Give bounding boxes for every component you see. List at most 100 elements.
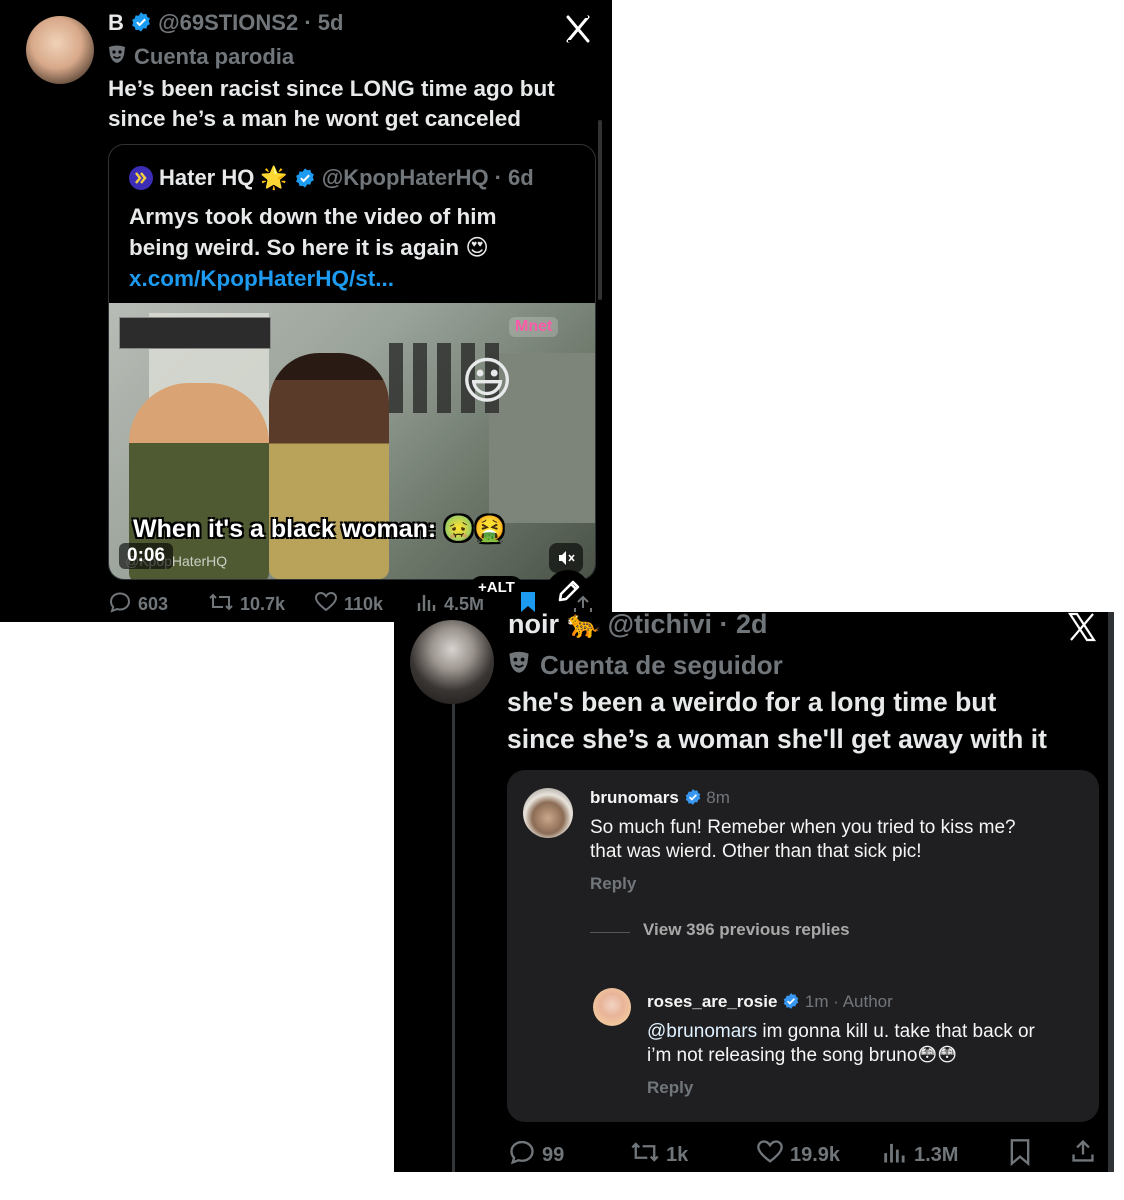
quoted-timestamp[interactable]: 6d	[508, 165, 534, 191]
alt-badge[interactable]: +ALT	[470, 576, 523, 599]
tweet-header: noir 🐆 @tichivi · 2d	[508, 612, 768, 640]
timestamp[interactable]: 5d	[318, 10, 344, 35]
reply-link[interactable]: Reply	[590, 874, 636, 894]
commenter-avatar[interactable]	[523, 788, 573, 838]
instagram-comments-card[interactable]: brunomars 8m So much fun! Remeber when y…	[507, 770, 1099, 1122]
display-name[interactable]: noir	[508, 612, 559, 639]
verified-badge-icon	[782, 992, 800, 1010]
handle[interactable]: @69STIONS2	[158, 10, 298, 35]
dot-separator: ·	[712, 612, 737, 639]
mute-icon[interactable]	[549, 543, 583, 573]
smiley-emoji: 😃	[461, 353, 514, 409]
comment-body: @brunomars im gonna kill u. take that ba…	[647, 1020, 1035, 1068]
reply-count: 99	[542, 1143, 565, 1166]
commenter-avatar[interactable]	[593, 988, 631, 1026]
comment-text-line: i’m not releasing the song bruno😳😳	[647, 1045, 958, 1066]
leopard-emoji: 🐆	[566, 612, 601, 639]
verified-badge-icon	[130, 11, 152, 33]
views-icon	[882, 1138, 908, 1172]
tweet-text-line: she's been a weirdo for a long time but	[507, 687, 997, 717]
share-icon[interactable]	[1070, 1138, 1096, 1169]
tweet-header: B @69STIONS2 · 5d	[108, 10, 343, 36]
heart-icon	[314, 590, 338, 619]
like-count: 19.9k	[790, 1143, 841, 1166]
comment-time: 8m	[706, 788, 730, 807]
avatar[interactable]	[26, 16, 94, 84]
repost-button[interactable]: 10.7k	[208, 590, 285, 619]
comment-text-line: @brunomars im gonna kill u. take that ba…	[647, 1020, 1035, 1044]
repost-count: 1k	[666, 1143, 689, 1166]
author-tag: Author	[842, 992, 893, 1011]
mention-link[interactable]: @brunomars	[647, 1021, 757, 1042]
comment-text-line: that was wierd. Other than that sick pic…	[590, 841, 922, 862]
tweet-text-line: since he’s a man he wont get canceled	[108, 106, 522, 131]
reply-link[interactable]: Reply	[647, 1078, 693, 1098]
dot-separator: ·	[494, 165, 502, 190]
view-previous-replies[interactable]: View 396 previous replies	[643, 920, 850, 940]
star-emoji: 🌟	[260, 165, 288, 190]
quoted-text-line: being weird. So here it is again 😍	[129, 235, 489, 260]
reply-count: 603	[138, 594, 169, 614]
like-button[interactable]: 19.9k	[756, 1138, 840, 1172]
tweet-text: she's been a weirdo for a long time but …	[507, 684, 1047, 758]
comment-text-line: So much fun! Remeber when you tried to k…	[590, 817, 1016, 838]
like-button[interactable]: 110k	[314, 590, 383, 619]
tweet-panel-1: B @69STIONS2 · 5d Cuenta parodia He’s be…	[0, 0, 612, 622]
comment-header: brunomars 8m	[590, 788, 730, 808]
reply-button[interactable]: 603	[108, 590, 168, 619]
like-count: 110k	[344, 594, 384, 614]
comment-username[interactable]: brunomars	[590, 788, 679, 807]
x-logo-icon[interactable]	[1066, 612, 1098, 642]
timestamp[interactable]: 2d	[736, 612, 768, 639]
tweet-text-line: since she’s a woman she'll get away with…	[507, 724, 1047, 754]
tweet-text-line: He’s been racist since LONG time ago but	[108, 76, 555, 101]
repost-button[interactable]: 1k	[630, 1138, 688, 1172]
account-label-text: Cuenta de seguidor	[540, 650, 783, 680]
bookmark-icon[interactable]	[1008, 1138, 1032, 1171]
comment-username[interactable]: roses_are_rosie	[647, 992, 777, 1011]
reply-icon	[508, 1138, 536, 1172]
quoted-link[interactable]: x.com/KpopHaterHQ/st...	[129, 263, 497, 294]
heart-icon	[756, 1138, 784, 1172]
mask-icon	[108, 44, 126, 70]
comment-text: im gonna kill u. take that back or	[757, 1021, 1035, 1042]
tweet-text: He’s been racist since LONG time ago but…	[108, 74, 555, 134]
quoted-tweet[interactable]: Hater HQ 🌟 @KpopHaterHQ · 6d Armys took do…	[108, 144, 596, 580]
tweet-panel-2: noir 🐆 @tichivi · 2d Cuenta de seguidor …	[394, 612, 1114, 1172]
mask-icon	[508, 650, 530, 681]
repost-count: 10.7k	[240, 594, 286, 614]
display-name[interactable]: B	[108, 10, 124, 35]
video-player[interactable]: Mnet 😃 When it's a black woman: 🤢🤮 @Kpop…	[109, 303, 595, 579]
verified-badge-icon	[684, 788, 702, 806]
dot-separator: ·	[298, 10, 318, 35]
reply-button[interactable]: 99	[508, 1138, 564, 1172]
account-label-text: Cuenta parodia	[134, 44, 295, 69]
views-count: 1.3M	[914, 1143, 959, 1166]
comment-body: So much fun! Remeber when you tried to k…	[590, 816, 1016, 864]
video-show-logo	[119, 317, 271, 349]
account-label: Cuenta de seguidor	[508, 650, 783, 681]
video-caption: When it's a black woman: 🤢🤮	[133, 515, 506, 543]
quoted-text-line: Armys took down the video of him	[129, 204, 497, 229]
hater-hq-avatar-icon[interactable]	[129, 166, 153, 190]
verified-badge-icon	[294, 167, 316, 189]
scrollbar[interactable]	[1108, 612, 1114, 1172]
quoted-header: Hater HQ 🌟 @KpopHaterHQ · 6d	[129, 165, 534, 191]
x-logo-close-icon[interactable]	[560, 14, 592, 44]
repost-icon	[208, 590, 234, 619]
quoted-display-name[interactable]: Hater HQ	[159, 165, 254, 191]
comment-time: 1m	[804, 992, 829, 1011]
quoted-text: Armys took down the video of him being w…	[129, 201, 497, 294]
thread-line	[452, 700, 455, 1172]
scrollbar[interactable]	[598, 120, 602, 300]
quoted-handle[interactable]: @KpopHaterHQ	[322, 165, 489, 191]
divider	[590, 932, 630, 933]
handle[interactable]: @tichivi	[608, 612, 712, 639]
video-person-right	[269, 353, 389, 579]
views-button[interactable]: 1.3M	[882, 1138, 958, 1172]
dot-separator: ·	[828, 992, 843, 1011]
avatar[interactable]	[410, 620, 494, 704]
comment-header: roses_are_rosie 1m · Author	[647, 992, 893, 1012]
reply-icon	[108, 590, 132, 619]
repost-icon	[630, 1138, 660, 1172]
